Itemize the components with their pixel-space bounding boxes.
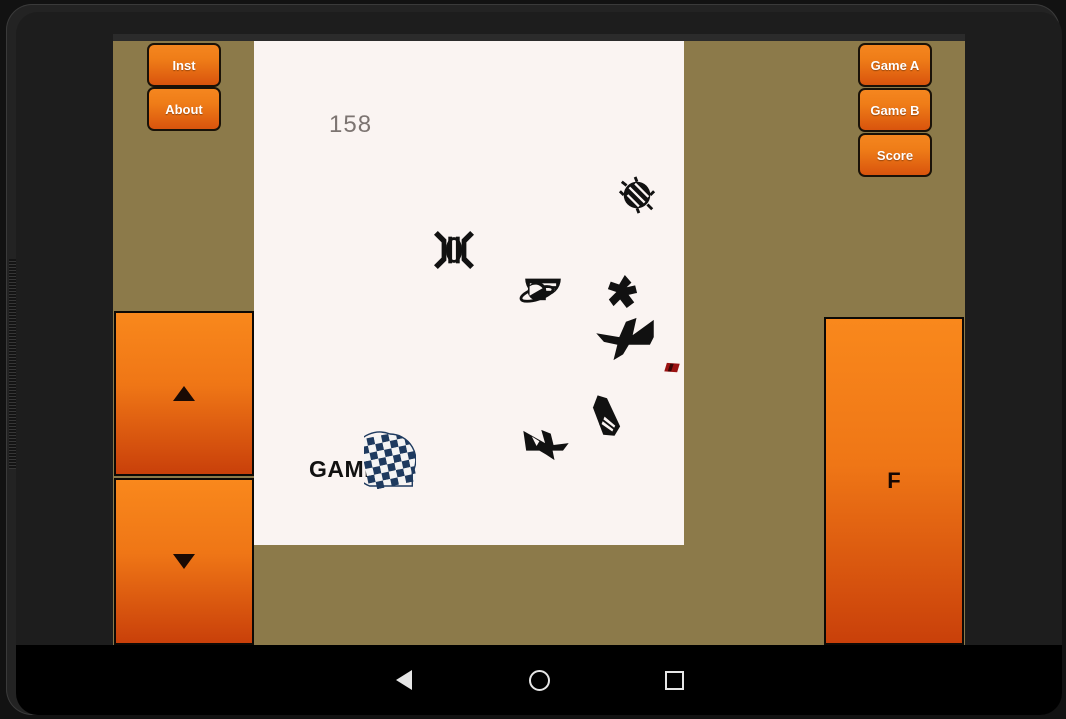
game-a-button[interactable]: Game A [858, 43, 932, 87]
recents-square-icon [664, 670, 684, 690]
ringed-planet-icon [519, 279, 555, 305]
game-a-button-label: Game A [870, 57, 920, 73]
game-b-button[interactable]: Game B [858, 88, 932, 132]
back-triangle-icon [396, 670, 412, 690]
fire-button-label: F [887, 468, 901, 493]
game-playfield[interactable]: 158 GAME A [254, 41, 684, 545]
android-navigation-bar [16, 645, 1062, 715]
fire-button[interactable]: F [824, 317, 964, 645]
about-button[interactable]: About [147, 87, 221, 131]
left-speaker-grille [9, 259, 16, 469]
instructions-button-label: Inst [172, 57, 196, 73]
arrow-up-icon [173, 386, 195, 401]
home-circle-icon [528, 669, 550, 691]
nav-home-button[interactable] [472, 657, 607, 703]
score-button-label: Score [876, 147, 914, 163]
arrow-down-icon [173, 554, 195, 569]
jet-fighter-icon-3 [522, 428, 570, 462]
nav-recents-button[interactable] [607, 657, 742, 703]
tablet-device: Inst About Game A Game B Score F 158 GAM… [0, 0, 1066, 719]
game-app-screen: Inst About Game A Game B Score F 158 GAM… [113, 34, 965, 645]
checkered-ball-icon [351, 429, 421, 491]
missile-icon [592, 394, 622, 438]
jet-fighter-icon-1 [594, 316, 656, 362]
nav-back-button[interactable] [337, 657, 472, 703]
move-up-button[interactable] [114, 311, 254, 476]
game-b-button-label: Game B [870, 102, 920, 118]
move-down-button[interactable] [114, 478, 254, 645]
instructions-button[interactable]: Inst [147, 43, 221, 87]
score-button[interactable]: Score [858, 133, 932, 177]
about-button-label: About [165, 101, 203, 117]
asteroid-icon [618, 176, 656, 214]
red-projectile-icon [663, 361, 681, 373]
screen-top-strip [113, 34, 965, 41]
score-display: 158 [329, 111, 373, 138]
space-shuttle-icon [606, 274, 638, 310]
space-station-icon [434, 229, 474, 271]
tablet-bezel: Inst About Game A Game B Score F 158 GAM… [6, 4, 1062, 715]
